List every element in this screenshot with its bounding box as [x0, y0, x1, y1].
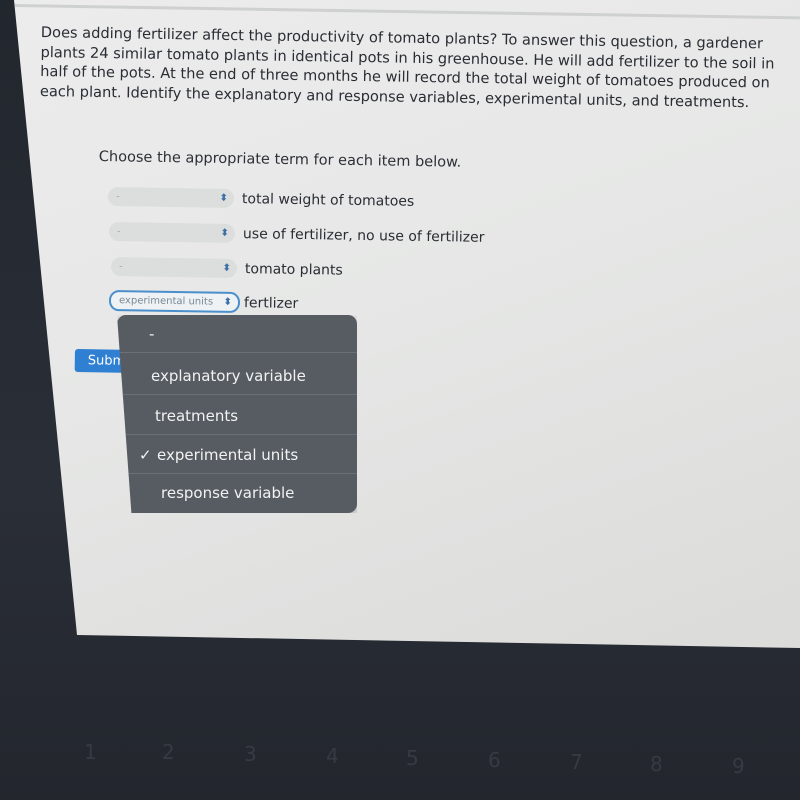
select-value: -: [115, 191, 120, 203]
term-select[interactable]: - ⬍: [107, 187, 235, 208]
select-value: -: [118, 261, 123, 273]
dropdown-option[interactable]: treatments: [117, 397, 357, 435]
key-7: 7: [570, 750, 583, 774]
chevron-up-down-icon: ⬍: [219, 192, 229, 204]
dropdown-option[interactable]: response variable: [117, 474, 357, 512]
term-select[interactable]: - ⬍: [108, 222, 236, 243]
checkmark-icon: ✓: [139, 445, 152, 464]
term-select-active[interactable]: experimental units ⬍: [108, 290, 241, 314]
key-2: 2: [162, 740, 175, 764]
item-label: use of fertilizer, no use of fertilizer: [242, 225, 485, 246]
option-label: experimental units: [157, 445, 299, 464]
item-label: total weight of tomatoes: [241, 190, 415, 210]
chevron-up-down-icon: ⬍: [222, 262, 232, 274]
term-select[interactable]: - ⬍: [110, 257, 238, 278]
dropdown-option-selected[interactable]: ✓ experimental units: [117, 436, 357, 474]
key-6: 6: [488, 748, 501, 772]
matching-row: experimental units ⬍ fertlizer: [108, 290, 299, 314]
select-value: -: [116, 226, 121, 238]
instructions-text: Choose the appropriate term for each ite…: [98, 149, 462, 171]
select-value: experimental units: [118, 295, 214, 308]
chevron-up-down-icon: ⬍: [220, 227, 230, 239]
key-9: 9: [732, 754, 745, 778]
dropdown-option[interactable]: -: [117, 315, 357, 353]
matching-row: - ⬍ total weight of tomatoes: [107, 187, 415, 211]
header-divider: [14, 4, 800, 20]
option-label: response variable: [161, 484, 295, 502]
chevron-up-down-icon: ⬍: [223, 296, 233, 308]
item-label: fertlizer: [243, 294, 299, 312]
term-dropdown-menu: - explanatory variable treatments ✓ expe…: [117, 315, 357, 513]
key-8: 8: [650, 752, 663, 776]
key-3: 3: [244, 742, 257, 766]
item-label: tomato plants: [244, 260, 343, 279]
key-1: 1: [84, 740, 97, 764]
question-text: Does adding fertilizer affect the produc…: [39, 23, 775, 111]
dropdown-option[interactable]: explanatory variable: [117, 357, 357, 395]
option-label: explanatory variable: [151, 366, 306, 385]
key-4: 4: [326, 744, 339, 768]
option-label: -: [149, 324, 155, 343]
matching-row: - ⬍ use of fertilizer, no use of fertili…: [108, 222, 485, 247]
matching-row: - ⬍ tomato plants: [110, 257, 343, 280]
option-label: treatments: [155, 406, 239, 425]
key-5: 5: [406, 746, 419, 770]
keyboard-number-row: 1 2 3 4 5 6 7 8 9: [0, 720, 800, 780]
